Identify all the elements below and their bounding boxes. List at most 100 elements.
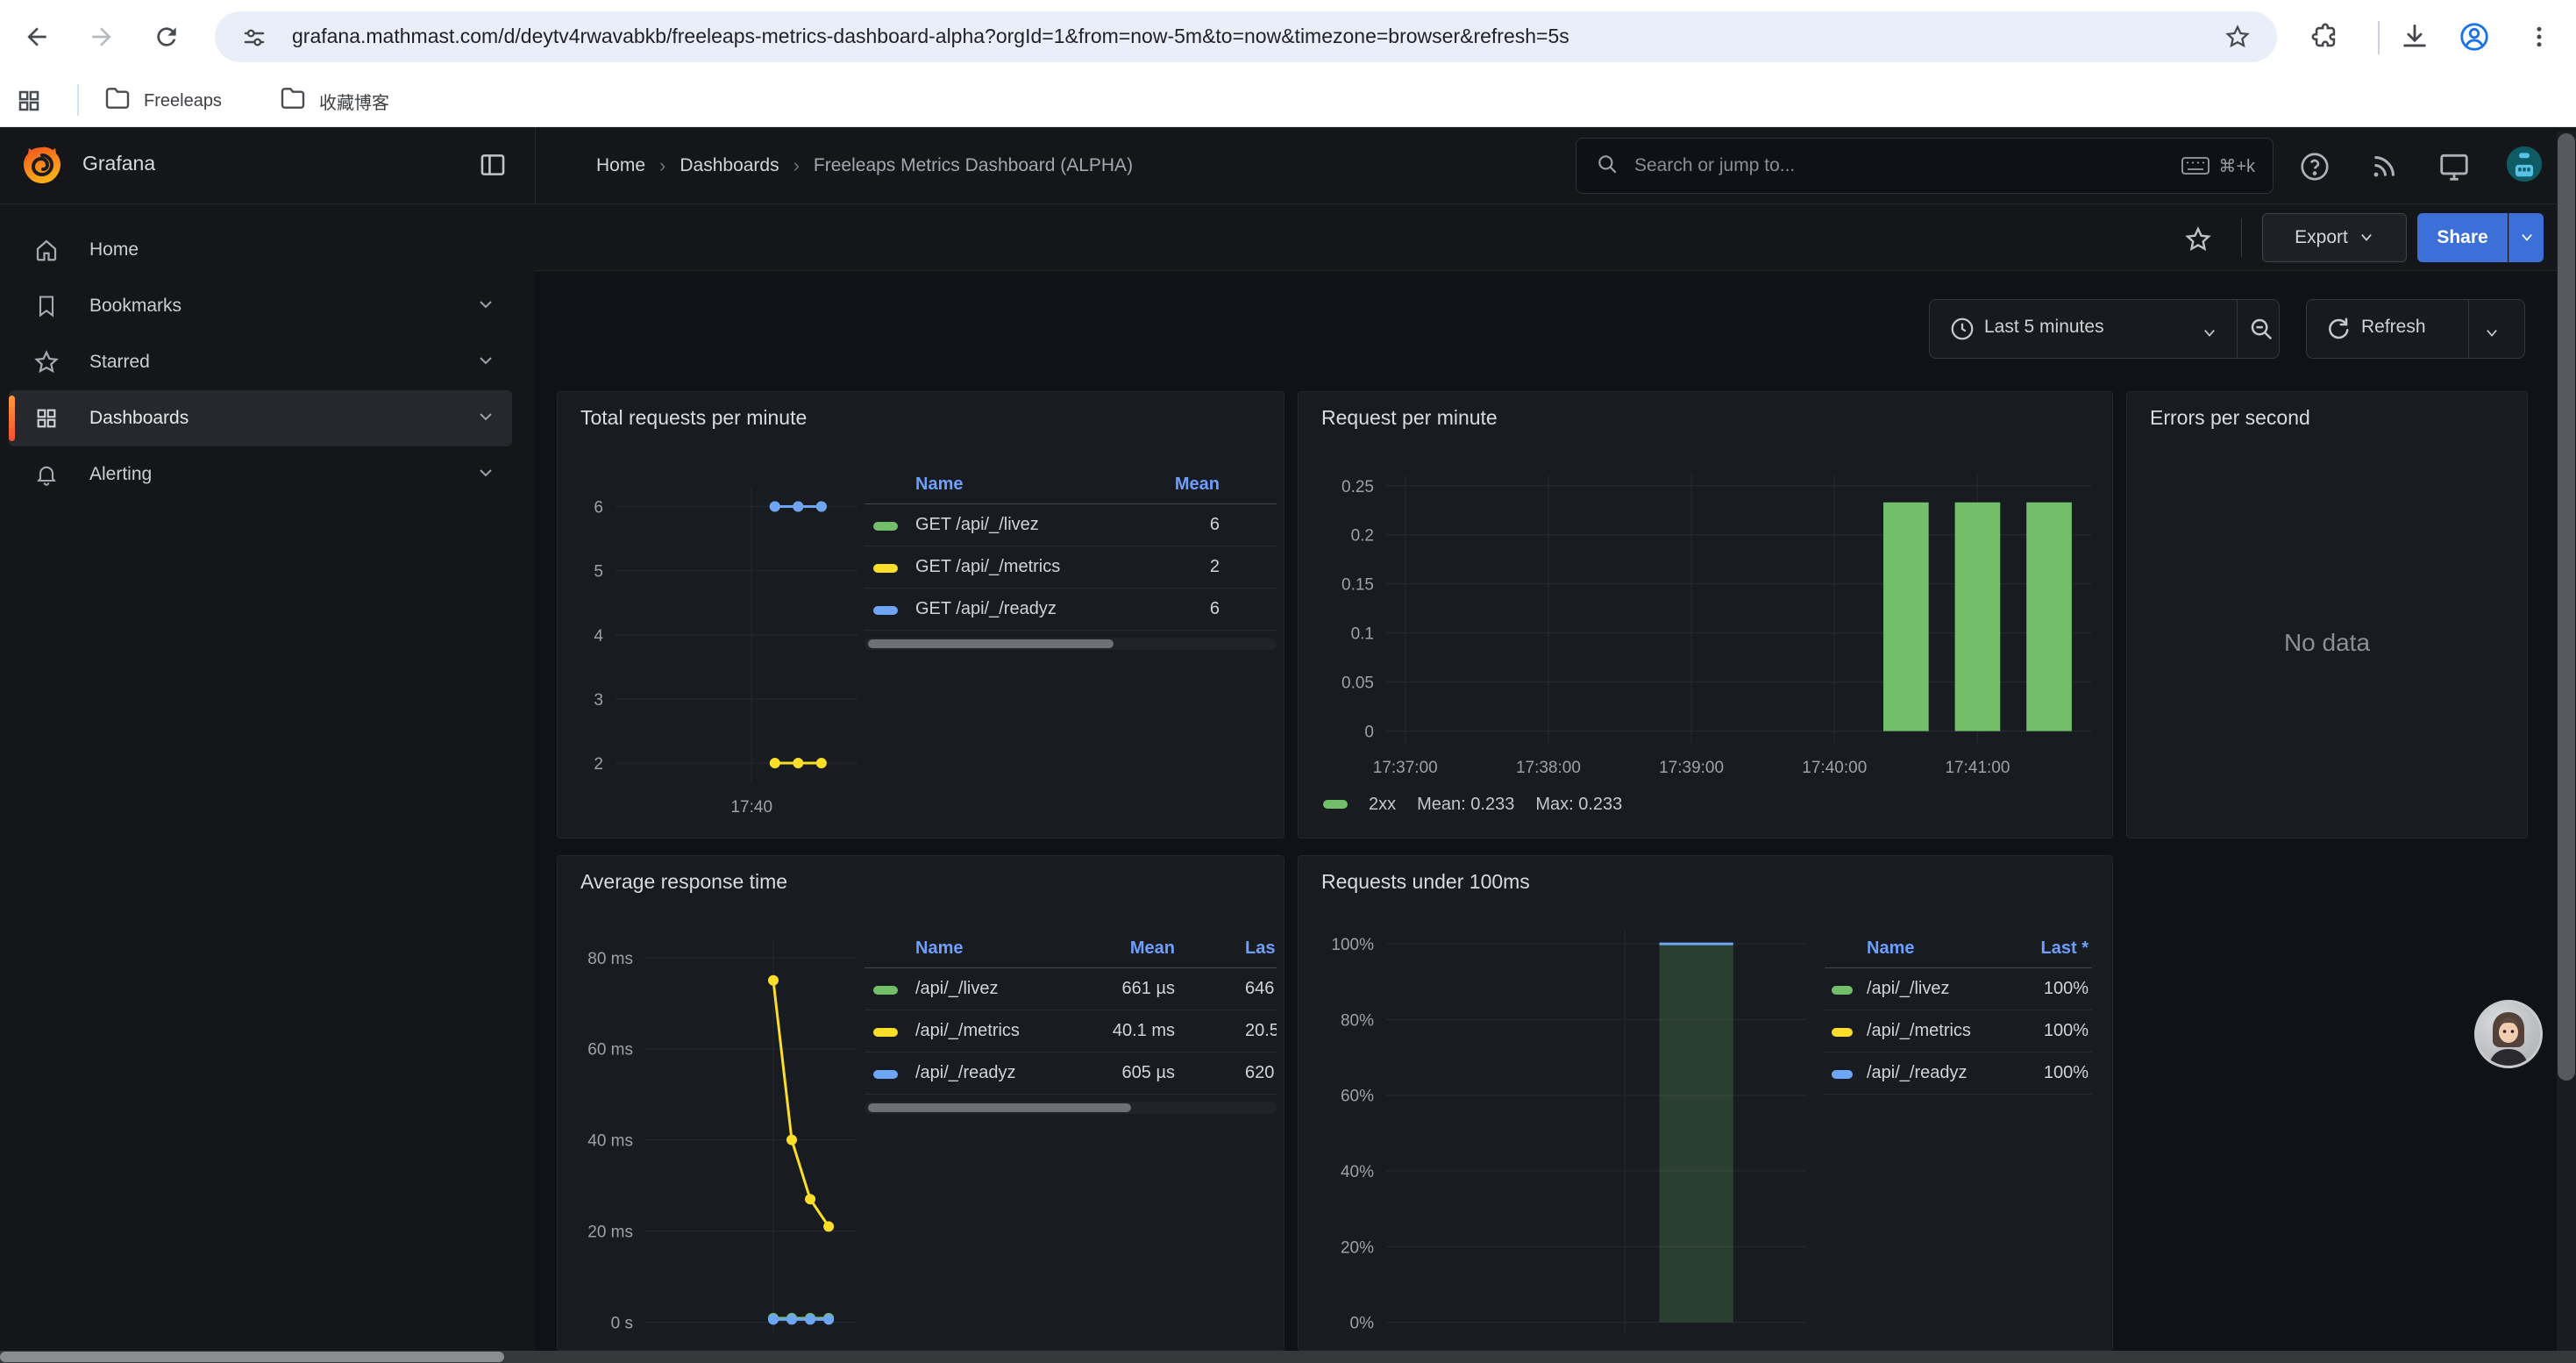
legend-scrollbar[interactable] (865, 1102, 1277, 1114)
chevron-down-icon[interactable] (477, 354, 495, 371)
sidebar-item-label: Alerting (89, 464, 152, 485)
panel-request-per-minute: Request per minute 0.250.20.150.10.05017… (1298, 391, 2113, 838)
svg-text:0 s: 0 s (611, 1314, 633, 1332)
legend-row[interactable]: GET /api/_/readyz 6 (865, 589, 1277, 631)
site-settings-icon[interactable] (241, 25, 267, 55)
forward-button[interactable] (77, 12, 126, 61)
favorite-star-icon[interactable] (2179, 220, 2217, 259)
export-button[interactable]: Export (2262, 213, 2407, 262)
reload-button[interactable] (142, 12, 191, 61)
home-icon (33, 237, 60, 263)
svg-text:40 ms: 40 ms (587, 1132, 633, 1151)
folder-icon (103, 84, 132, 118)
user-avatar[interactable] (2506, 146, 2543, 182)
legend-header-mean[interactable]: Mean (1119, 938, 1175, 959)
legend-header-name[interactable]: Name (915, 475, 963, 495)
svg-text:0: 0 (1364, 724, 1374, 742)
legend-row[interactable]: /api/_/readyz 605 µs 620 (865, 1053, 1277, 1095)
legend-header-row: Name Mean (865, 469, 1277, 504)
legend-header-row: Name Mean Las (865, 933, 1277, 968)
bookmark-folder-blogs[interactable]: 收藏博客 (279, 82, 389, 119)
sidebar-item-starred[interactable]: Starred (9, 334, 512, 390)
panel-title[interactable]: Requests under 100ms (1321, 870, 1530, 894)
legend-table: Name Mean GET /api/_/livez 6 GET /api/_/… (865, 469, 1277, 664)
series-last: 100% (2044, 1063, 2089, 1083)
share-dropdown-button[interactable] (2508, 213, 2544, 262)
sidebar-item-dashboards[interactable]: Dashboards (9, 390, 512, 446)
svg-text:100%: 100% (1331, 936, 1374, 954)
panel-title[interactable]: Average response time (580, 870, 787, 894)
screen: grafana.mathmast.com/d/deytv4rwavabkb/fr… (0, 0, 2576, 1363)
legend-header-mean[interactable]: Mean (1175, 475, 1220, 495)
bookmark-star-icon[interactable] (2224, 24, 2251, 54)
sidebar-item-bookmarks[interactable]: Bookmarks (9, 278, 512, 334)
grafana-logo[interactable] (21, 145, 63, 191)
toolbar-divider (2378, 21, 2380, 54)
profile-icon[interactable] (2453, 16, 2495, 58)
brand-name[interactable]: Grafana (82, 152, 155, 175)
horizontal-scrollbar-track[interactable] (0, 1351, 2576, 1363)
bookmark-folder-freeleaps[interactable]: Freeleaps (103, 82, 222, 119)
downloads-icon[interactable] (2394, 16, 2436, 58)
bar-chart[interactable]: 0.250.20.150.10.05017:37:0017:38:0017:39… (1299, 392, 2114, 839)
url-text[interactable]: grafana.mathmast.com/d/deytv4rwavabkb/fr… (292, 25, 2203, 48)
legend-row[interactable]: /api/_/livez 100% (1825, 968, 2092, 1010)
search-input[interactable] (1633, 154, 2181, 177)
series-mean: 6 (1210, 515, 1220, 535)
breadcrumb-separator: › (659, 154, 665, 177)
panel-errors-per-second: Errors per second No data (2126, 391, 2528, 838)
legend-header-last[interactable]: Last * (2041, 938, 2089, 959)
legend-row[interactable]: GET /api/_/livez 6 (865, 504, 1277, 546)
legend-table: Name Mean Las /api/_/livez 661 µs 646 /a… (865, 933, 1277, 1128)
sidebar-item-home[interactable]: Home (9, 222, 512, 278)
chevron-down-icon[interactable] (477, 298, 495, 315)
vertical-scrollbar-thumb[interactable] (2558, 133, 2575, 1081)
series-name[interactable]: 2xx (1369, 795, 1396, 815)
breadcrumb-dashboards[interactable]: Dashboards (680, 155, 779, 176)
url-bar[interactable]: grafana.mathmast.com/d/deytv4rwavabkb/fr… (215, 11, 2277, 62)
legend-row[interactable]: /api/_/readyz 100% (1825, 1053, 2092, 1095)
assistant-avatar[interactable] (2474, 1000, 2543, 1068)
time-range-picker[interactable]: Last 5 minutes (1929, 299, 2280, 359)
panel-title[interactable]: Errors per second (2150, 406, 2310, 430)
legend-scrollbar[interactable] (865, 638, 1277, 650)
sidebar-item-alerting[interactable]: Alerting (9, 446, 512, 503)
no-data-message: No data (2127, 629, 2527, 657)
sidebar-toggle-icon[interactable] (478, 150, 508, 184)
extensions-icon[interactable] (2304, 16, 2346, 58)
chevron-down-icon[interactable] (477, 467, 495, 483)
search-box[interactable]: ⌘+k (1576, 138, 2274, 194)
timeseries-chart[interactable]: 100%80%60%40%20%0%17:40 (1299, 856, 2114, 1352)
legend-row[interactable]: GET /api/_/metrics 2 (865, 546, 1277, 589)
chevron-down-icon[interactable] (477, 410, 495, 427)
monitor-icon[interactable] (2436, 148, 2473, 185)
breadcrumb-home[interactable]: Home (596, 155, 645, 176)
panel-total-requests: Total requests per minute 6543217:40 Nam… (557, 391, 1284, 838)
legend-header-name[interactable]: Name (915, 938, 963, 959)
svg-text:17:40:00: 17:40:00 (1802, 759, 1867, 777)
keyboard-icon (2181, 155, 2210, 176)
grafana-header: Grafana Home › Dashboards › Freeleaps Me… (0, 127, 2576, 204)
legend-header-name[interactable]: Name (1867, 938, 1914, 959)
share-button[interactable]: Share (2417, 213, 2508, 262)
help-icon[interactable] (2296, 148, 2333, 185)
folder-icon (279, 84, 307, 118)
back-button[interactable] (12, 12, 61, 61)
legend-header-last[interactable]: Las (1245, 938, 1275, 959)
series-name: /api/_/livez (1867, 979, 1950, 999)
active-indicator (9, 396, 15, 441)
chevron-down-icon (2202, 323, 2217, 344)
news-rss-icon[interactable] (2366, 148, 2402, 185)
horizontal-scrollbar-thumb[interactable] (0, 1352, 504, 1362)
refresh-interval-dropdown[interactable] (2484, 323, 2500, 344)
legend-row[interactable]: /api/_/metrics 100% (1825, 1010, 2092, 1053)
browser-menu-icon[interactable] (2518, 16, 2560, 58)
panel-title[interactable]: Request per minute (1321, 406, 1498, 430)
legend-row[interactable]: /api/_/livez 661 µs 646 (865, 968, 1277, 1010)
legend-row[interactable]: /api/_/metrics 40.1 ms 20.5 r (865, 1010, 1277, 1053)
zoom-out-icon[interactable] (2244, 314, 2279, 344)
apps-grid-icon[interactable] (16, 82, 42, 119)
bookmark-icon (33, 293, 60, 319)
panel-title[interactable]: Total requests per minute (580, 406, 807, 430)
refresh-control[interactable]: Refresh (2306, 299, 2525, 359)
